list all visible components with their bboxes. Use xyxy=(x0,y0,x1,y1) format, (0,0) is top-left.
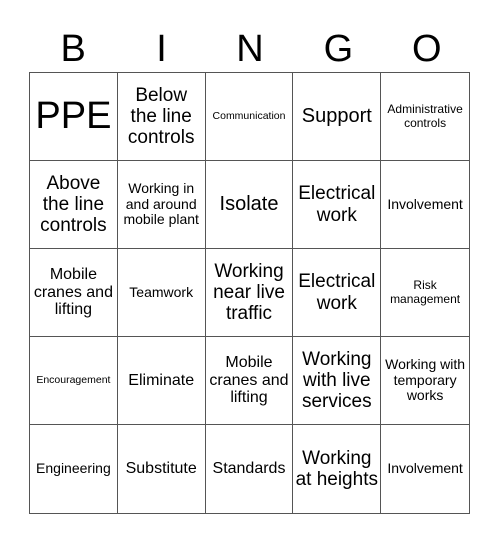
bingo-cell[interactable]: Administrative controls xyxy=(381,73,469,161)
bingo-cell[interactable]: Engineering xyxy=(30,425,118,513)
bingo-cell[interactable]: Below the line controls xyxy=(117,73,206,161)
bingo-cell[interactable]: Support xyxy=(293,73,382,161)
bingo-cell[interactable]: Teamwork xyxy=(117,249,206,337)
bingo-cell[interactable]: Mobile cranes and lifting xyxy=(30,249,118,337)
bingo-cell[interactable]: Mobile cranes and lifting xyxy=(205,337,294,425)
bingo-cell[interactable]: Electrical work xyxy=(293,161,382,249)
header-letter-o: O xyxy=(411,28,442,70)
bingo-cell[interactable]: Above the line controls xyxy=(30,161,118,249)
bingo-cell[interactable]: Isolate xyxy=(205,161,294,249)
bingo-cell[interactable]: Working in and around mobile plant xyxy=(117,161,206,249)
bingo-cell[interactable]: Working near live traffic xyxy=(205,249,294,337)
bingo-cell[interactable]: Involvement xyxy=(381,161,469,249)
header-letter-i: I xyxy=(156,28,167,70)
bingo-cell[interactable]: Working with temporary works xyxy=(381,337,469,425)
bingo-cell[interactable]: PPE xyxy=(30,73,118,161)
header-letter-n: N xyxy=(236,28,264,70)
bingo-cell[interactable]: Working at heights xyxy=(293,425,382,513)
bingo-cell[interactable]: Encouragement xyxy=(30,337,118,425)
header-letter-g: G xyxy=(323,28,354,70)
bingo-cell[interactable]: Electrical work xyxy=(293,249,382,337)
bingo-cell[interactable]: Standards xyxy=(206,425,294,513)
bingo-cell[interactable]: Involvement xyxy=(381,425,469,513)
bingo-cell[interactable]: Substitute xyxy=(118,425,206,513)
header-letter-b: B xyxy=(60,28,86,70)
bingo-cell[interactable]: Communication xyxy=(205,73,294,161)
bingo-header: B I N G O xyxy=(29,26,471,72)
bingo-cell[interactable]: Risk management xyxy=(381,249,469,337)
bingo-cell[interactable]: Eliminate xyxy=(117,337,206,425)
bingo-cell[interactable]: Working with live services xyxy=(293,337,382,425)
bingo-grid: PPE Below the line controls Communicatio… xyxy=(29,72,470,514)
